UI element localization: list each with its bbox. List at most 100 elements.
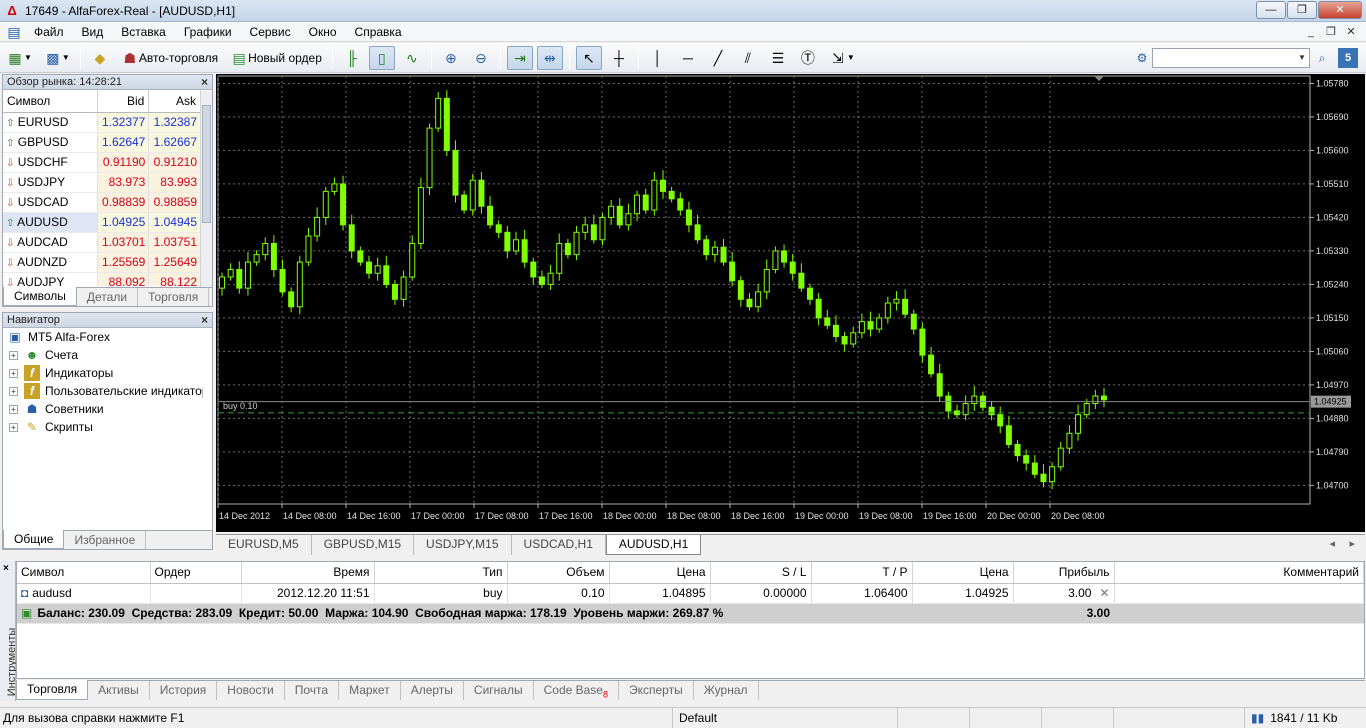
cursor-button[interactable]: ↖	[575, 45, 602, 70]
column-type[interactable]: Тип	[374, 562, 508, 584]
maximize-button[interactable]: ❐	[1287, 1, 1317, 19]
market-watch-row[interactable]: ⇧ EURUSD 1.32377 1.32387	[3, 112, 201, 133]
tab-common[interactable]: Общие	[3, 530, 65, 549]
status-traffic[interactable]: ▮▮ 1841 / 11 Kb	[1244, 708, 1366, 728]
chart-tab-usdjpy[interactable]: USDJPY,M15	[414, 535, 512, 555]
nav-root[interactable]: ▣ MT5 Alfa-Forex	[3, 328, 212, 346]
chart-shift-button[interactable]: ⇹	[536, 45, 563, 70]
tab-trading[interactable]: Торговля	[138, 288, 210, 306]
column-bid[interactable]: Bid	[97, 90, 150, 113]
column-tp[interactable]: T / P	[811, 562, 913, 584]
market-watch-row[interactable]: ⇩ USDJPY 83.973 83.993	[3, 172, 201, 193]
market-watch-row[interactable]: ⇩ USDCHF 0.91190 0.91210	[3, 152, 201, 173]
nav-item-experts[interactable]: + ☗ Советники	[3, 400, 212, 418]
chart-tab-audusd[interactable]: AUDUSD,H1	[605, 535, 702, 555]
tab-favorites[interactable]: Избранное	[64, 531, 147, 549]
tab-code-base[interactable]: Code Base8	[534, 681, 619, 700]
market-watch-scrollbar[interactable]	[200, 91, 212, 287]
tab-market[interactable]: Маркет	[339, 681, 401, 700]
market-watch-row[interactable]: ⇩ AUDCAD 1.03701 1.03751	[3, 232, 201, 253]
fibonacci-button[interactable]: ☰	[765, 46, 791, 70]
chart-tab-eurusd[interactable]: EURUSD,M5	[216, 535, 312, 555]
column-symbol[interactable]: Символ	[17, 562, 151, 584]
menu-view[interactable]: Вид	[73, 22, 113, 42]
vertical-line-button[interactable]: │	[645, 46, 671, 70]
tab-news[interactable]: Новости	[217, 681, 285, 700]
chart-doc-icon[interactable]: ▤	[3, 23, 25, 41]
position-sl[interactable]: 0.00000	[710, 583, 812, 604]
nav-item-accounts[interactable]: + ☻ Счета	[3, 346, 212, 364]
position-tp[interactable]: 1.06400	[811, 583, 913, 604]
column-comment[interactable]: Комментарий	[1114, 562, 1364, 584]
market-watch-row[interactable]: ⇧ AUDUSD 1.04925 1.04945	[3, 212, 201, 233]
nav-item-custom-indicators[interactable]: + f Пользовательские индикаторы	[3, 382, 212, 400]
autoscroll-button[interactable]: ⇥	[506, 45, 533, 70]
metaeditor-button[interactable]: ◆	[87, 46, 113, 70]
trendline-button[interactable]: ╱	[705, 46, 731, 70]
zoom-in-button[interactable]: ⊕	[438, 46, 464, 70]
close-position-icon[interactable]: ✕	[1099, 586, 1109, 600]
column-time[interactable]: Время	[241, 562, 375, 584]
position-row[interactable]: ◘ audusd 2012.12.20 11:51 buy 0.10 1.0489…	[17, 583, 1364, 604]
menu-insert[interactable]: Вставка	[112, 22, 175, 42]
menu-window[interactable]: Окно	[300, 22, 346, 42]
minimize-button[interactable]: —	[1256, 1, 1286, 19]
scroll-right-icon[interactable]: ▸	[1349, 535, 1355, 554]
search-input[interactable]: ▼	[1152, 48, 1310, 68]
auto-trading-button[interactable]: ☗ Авто-торговля	[117, 46, 222, 70]
mdi-close-button[interactable]: ✕	[1342, 24, 1360, 40]
scrollbar-thumb[interactable]	[202, 105, 211, 223]
menu-charts[interactable]: Графики	[175, 22, 241, 42]
expand-icon[interactable]: +	[9, 422, 18, 432]
close-icon[interactable]: ×	[3, 563, 9, 574]
horizontal-line-button[interactable]: ─	[675, 46, 701, 70]
text-button[interactable]: Ⓣ	[795, 46, 821, 70]
menu-file[interactable]: Файл	[25, 22, 73, 42]
tab-assets[interactable]: Активы	[88, 681, 150, 700]
close-button[interactable]: ✕	[1318, 1, 1362, 19]
expand-icon[interactable]: +	[9, 404, 18, 414]
column-current-price[interactable]: Цена	[912, 562, 1014, 584]
profiles-button[interactable]: ▩ ▼	[40, 46, 74, 70]
tab-journal[interactable]: Журнал	[694, 681, 759, 700]
column-volume[interactable]: Объем	[507, 562, 610, 584]
price-chart[interactable]: 1.05780 1.05690 1.05600 1.05510 1.05420 1.053…	[216, 74, 1365, 532]
column-price[interactable]: Цена	[609, 562, 711, 584]
bar-chart-button[interactable]: ╟	[339, 46, 365, 70]
chart-tab-usdcad[interactable]: USDCAD,H1	[512, 535, 606, 555]
new-order-button[interactable]: ▤ Новый ордер	[226, 46, 326, 70]
tab-symbols[interactable]: Символы	[3, 287, 77, 306]
tab-mailbox[interactable]: Почта	[285, 681, 340, 700]
column-symbol[interactable]: Символ	[3, 90, 98, 113]
candlestick-button[interactable]: ▯	[368, 45, 395, 70]
chart-svg[interactable]: 1.05780 1.05690 1.05600 1.05510 1.05420 1.053…	[216, 74, 1365, 532]
close-icon[interactable]: ×	[201, 75, 208, 90]
scroll-left-icon[interactable]: ◂	[1329, 535, 1335, 554]
tab-history[interactable]: История	[150, 681, 218, 700]
arrows-button[interactable]: ⇲ ▼	[825, 46, 859, 70]
community-icon[interactable]: 5	[1338, 48, 1358, 68]
market-watch-row[interactable]: ⇧ GBPUSD 1.62647 1.62667	[3, 132, 201, 153]
expand-icon[interactable]: +	[9, 368, 18, 378]
menu-tools[interactable]: Сервис	[241, 22, 300, 42]
nav-item-indicators[interactable]: + f Индикаторы	[3, 364, 212, 382]
zoom-out-button[interactable]: ⊖	[468, 46, 494, 70]
search-dropdown-icon[interactable]: ▼	[1295, 49, 1309, 67]
mdi-minimize-button[interactable]: _	[1302, 24, 1320, 40]
tab-details[interactable]: Детали	[77, 288, 139, 306]
tab-alerts[interactable]: Алерты	[401, 681, 464, 700]
menu-help[interactable]: Справка	[346, 22, 411, 42]
equidistant-channel-button[interactable]: ⫽	[735, 46, 761, 70]
column-profit[interactable]: Прибыль	[1013, 562, 1115, 584]
market-watch-row[interactable]: ⇩ USDCAD 0.98839 0.98859	[3, 192, 201, 213]
mdi-restore-button[interactable]: ❐	[1322, 24, 1340, 40]
expand-icon[interactable]: +	[9, 386, 18, 396]
column-ask[interactable]: Ask	[148, 90, 201, 113]
tab-trade[interactable]: Торговля	[16, 680, 89, 700]
settings-gear-icon[interactable]: ⚙	[1132, 48, 1152, 68]
market-watch-row[interactable]: ⇩ AUDNZD 1.25569 1.25649	[3, 252, 201, 273]
tab-signals[interactable]: Сигналы	[464, 681, 534, 700]
tab-experts[interactable]: Эксперты	[619, 681, 694, 700]
column-sl[interactable]: S / L	[710, 562, 812, 584]
nav-item-scripts[interactable]: + ✎ Скрипты	[3, 418, 212, 436]
